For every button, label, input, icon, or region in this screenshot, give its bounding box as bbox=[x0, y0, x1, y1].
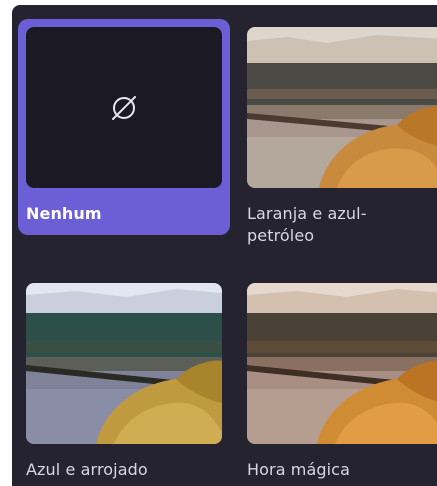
filter-thumbnail-golden-hour bbox=[247, 283, 437, 444]
filter-label-golden-hour: Hora mágica bbox=[247, 460, 350, 479]
filter-thumbnail-blue-bold bbox=[26, 283, 222, 444]
filter-panel: Nenhum Laranja e azul- petróleo Azul e a… bbox=[12, 5, 437, 486]
filter-label-blue-bold: Azul e arrojado bbox=[26, 460, 148, 479]
filter-thumbnail-orange-teal bbox=[247, 27, 437, 188]
filter-tile-blue-bold[interactable]: Azul e arrojado bbox=[18, 275, 230, 485]
filter-thumbnail-none bbox=[26, 27, 222, 188]
filter-tile-orange-teal[interactable]: Laranja e azul- petróleo bbox=[239, 19, 437, 279]
filter-label-orange-teal: Laranja e azul- petróleo bbox=[247, 203, 437, 247]
filter-label-none: Nenhum bbox=[26, 204, 102, 223]
filter-tile-none[interactable]: Nenhum bbox=[18, 19, 230, 235]
no-filter-icon bbox=[106, 90, 142, 126]
filter-tile-golden-hour[interactable]: Hora mágica bbox=[239, 275, 437, 485]
filter-label-orange-teal-text: Laranja e azul- petróleo bbox=[247, 204, 367, 245]
